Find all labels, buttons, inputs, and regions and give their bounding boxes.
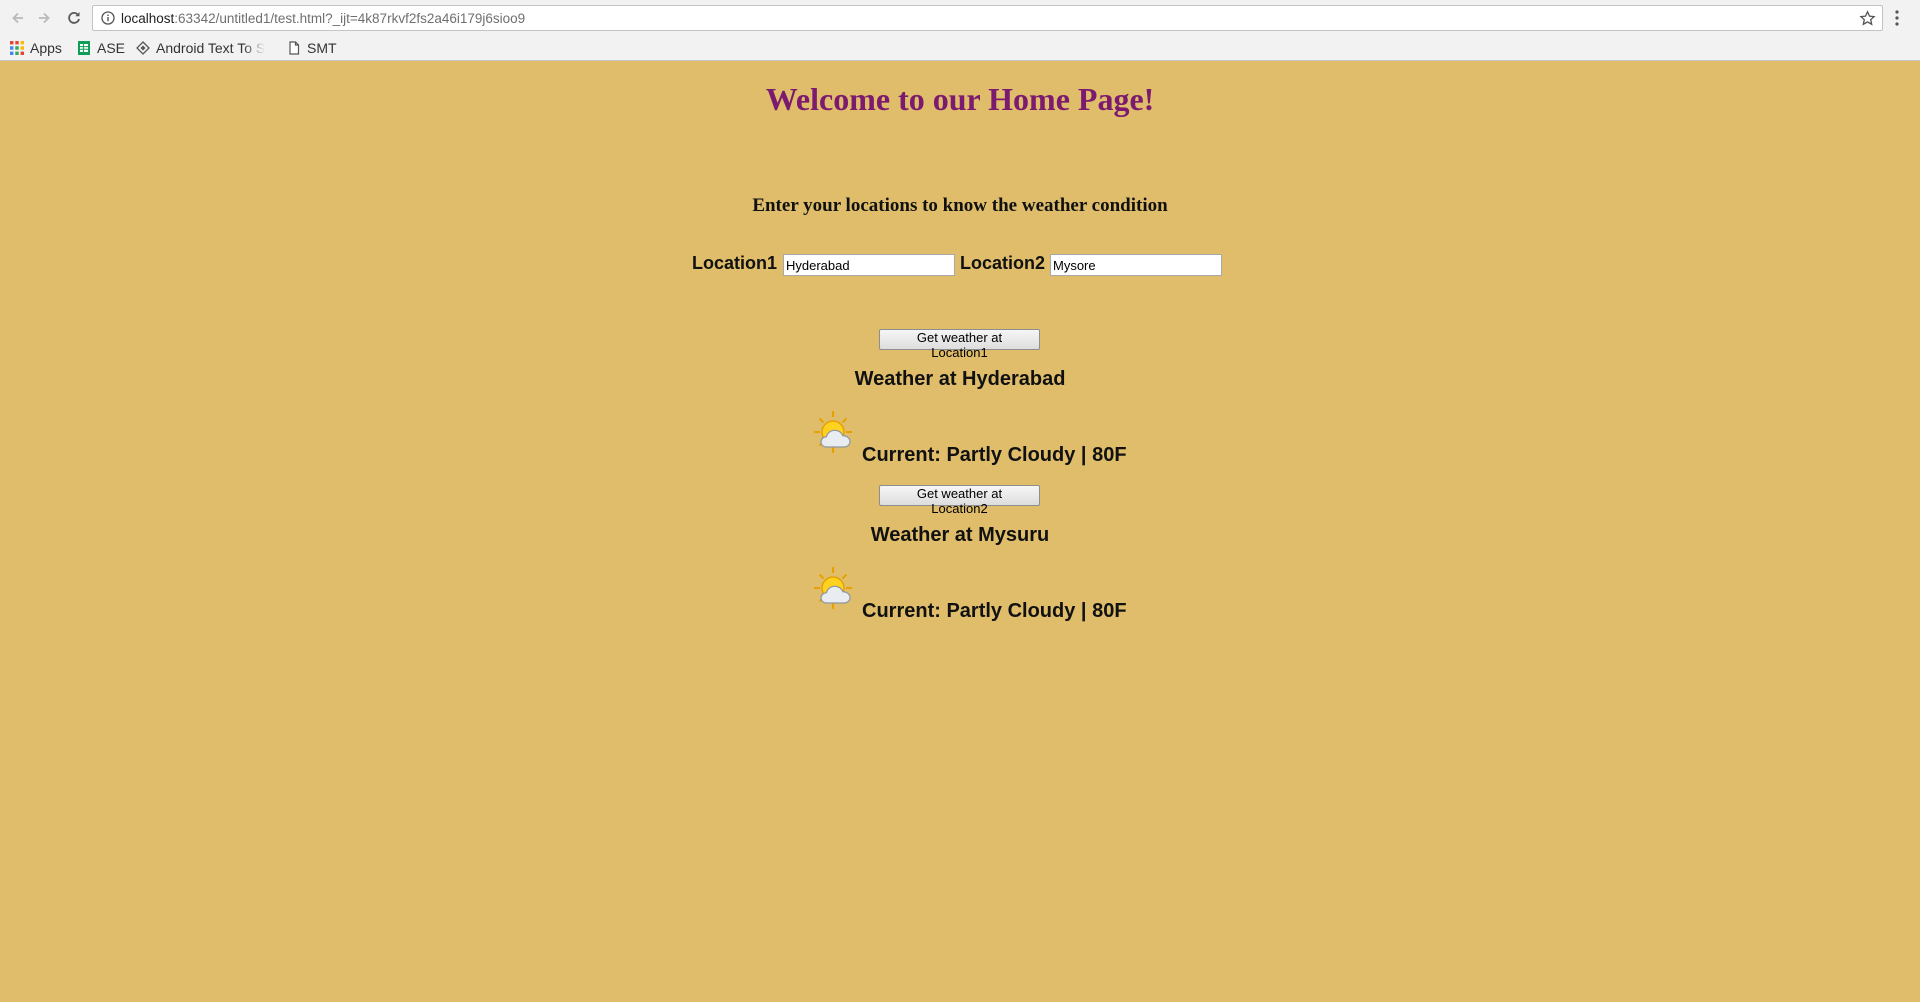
url-path: :63342/untitled1/test.html?_ijt=4k87rkvf… [174, 11, 526, 26]
get-weather-location2-button[interactable]: Get weather at Location2 [879, 485, 1040, 516]
current-weather-location1: Current: Partly Cloudy | 80F [862, 444, 1127, 466]
back-button[interactable] [6, 6, 30, 30]
bookmark-label: Android Text To S [156, 40, 266, 56]
reload-button[interactable] [62, 6, 86, 30]
page-title: Welcome to our Home Page! [765, 81, 1155, 117]
info-icon [101, 11, 115, 25]
bookmark-android-text[interactable]: Android Text To S [136, 36, 272, 60]
address-bar[interactable]: localhost:63342/untitled1/test.html?_ijt… [92, 5, 1883, 31]
forward-button[interactable] [32, 6, 56, 30]
bookmark-star-icon[interactable] [1859, 10, 1876, 27]
partly-cloudy-icon [814, 567, 852, 609]
sheets-icon [78, 41, 90, 55]
forward-arrow-icon [39, 12, 50, 24]
back-arrow-icon [12, 12, 23, 24]
page-icon [289, 41, 300, 55]
bookmark-smt[interactable]: SMT [287, 36, 337, 60]
weather-heading-location1: Weather at Hyderabad [854, 368, 1066, 390]
bookmark-label: ASE [97, 40, 126, 56]
bookmark-label: Apps [30, 40, 62, 56]
bookmark-ase[interactable]: ASE [77, 36, 125, 60]
get-weather-location1-button[interactable]: Get weather at Location1 [879, 329, 1040, 360]
page-subtitle: Enter your locations to know the weather… [752, 195, 1168, 216]
navigation-bar: localhost:63342/untitled1/test.html?_ijt… [0, 0, 1920, 36]
location2-input[interactable] [1050, 254, 1222, 276]
reload-icon [68, 12, 80, 24]
bookmarks-bar: Apps ASE Android Text To S SMT [0, 36, 1920, 61]
location1-label: Location1 : [692, 253, 789, 273]
bookmark-apps[interactable]: Apps [10, 36, 62, 60]
location1-input[interactable] [783, 254, 955, 276]
browser-chrome: localhost:63342/untitled1/test.html?_ijt… [0, 0, 1920, 61]
page-body: Welcome to our Home Page! Enter your loc… [0, 61, 1920, 1002]
apps-grid-icon [10, 41, 24, 55]
weather-heading-location2: Weather at Mysuru [870, 524, 1050, 546]
url-text: localhost:63342/untitled1/test.html?_ijt… [121, 11, 525, 26]
partly-cloudy-icon [814, 411, 852, 453]
current-weather-location2: Current: Partly Cloudy | 80F [862, 600, 1127, 622]
url-host: localhost [121, 11, 175, 26]
bookmark-label: SMT [307, 40, 337, 56]
location2-label: Location2 : [960, 253, 1057, 273]
diamond-icon [136, 41, 150, 55]
menu-dots-icon[interactable] [1892, 8, 1902, 28]
